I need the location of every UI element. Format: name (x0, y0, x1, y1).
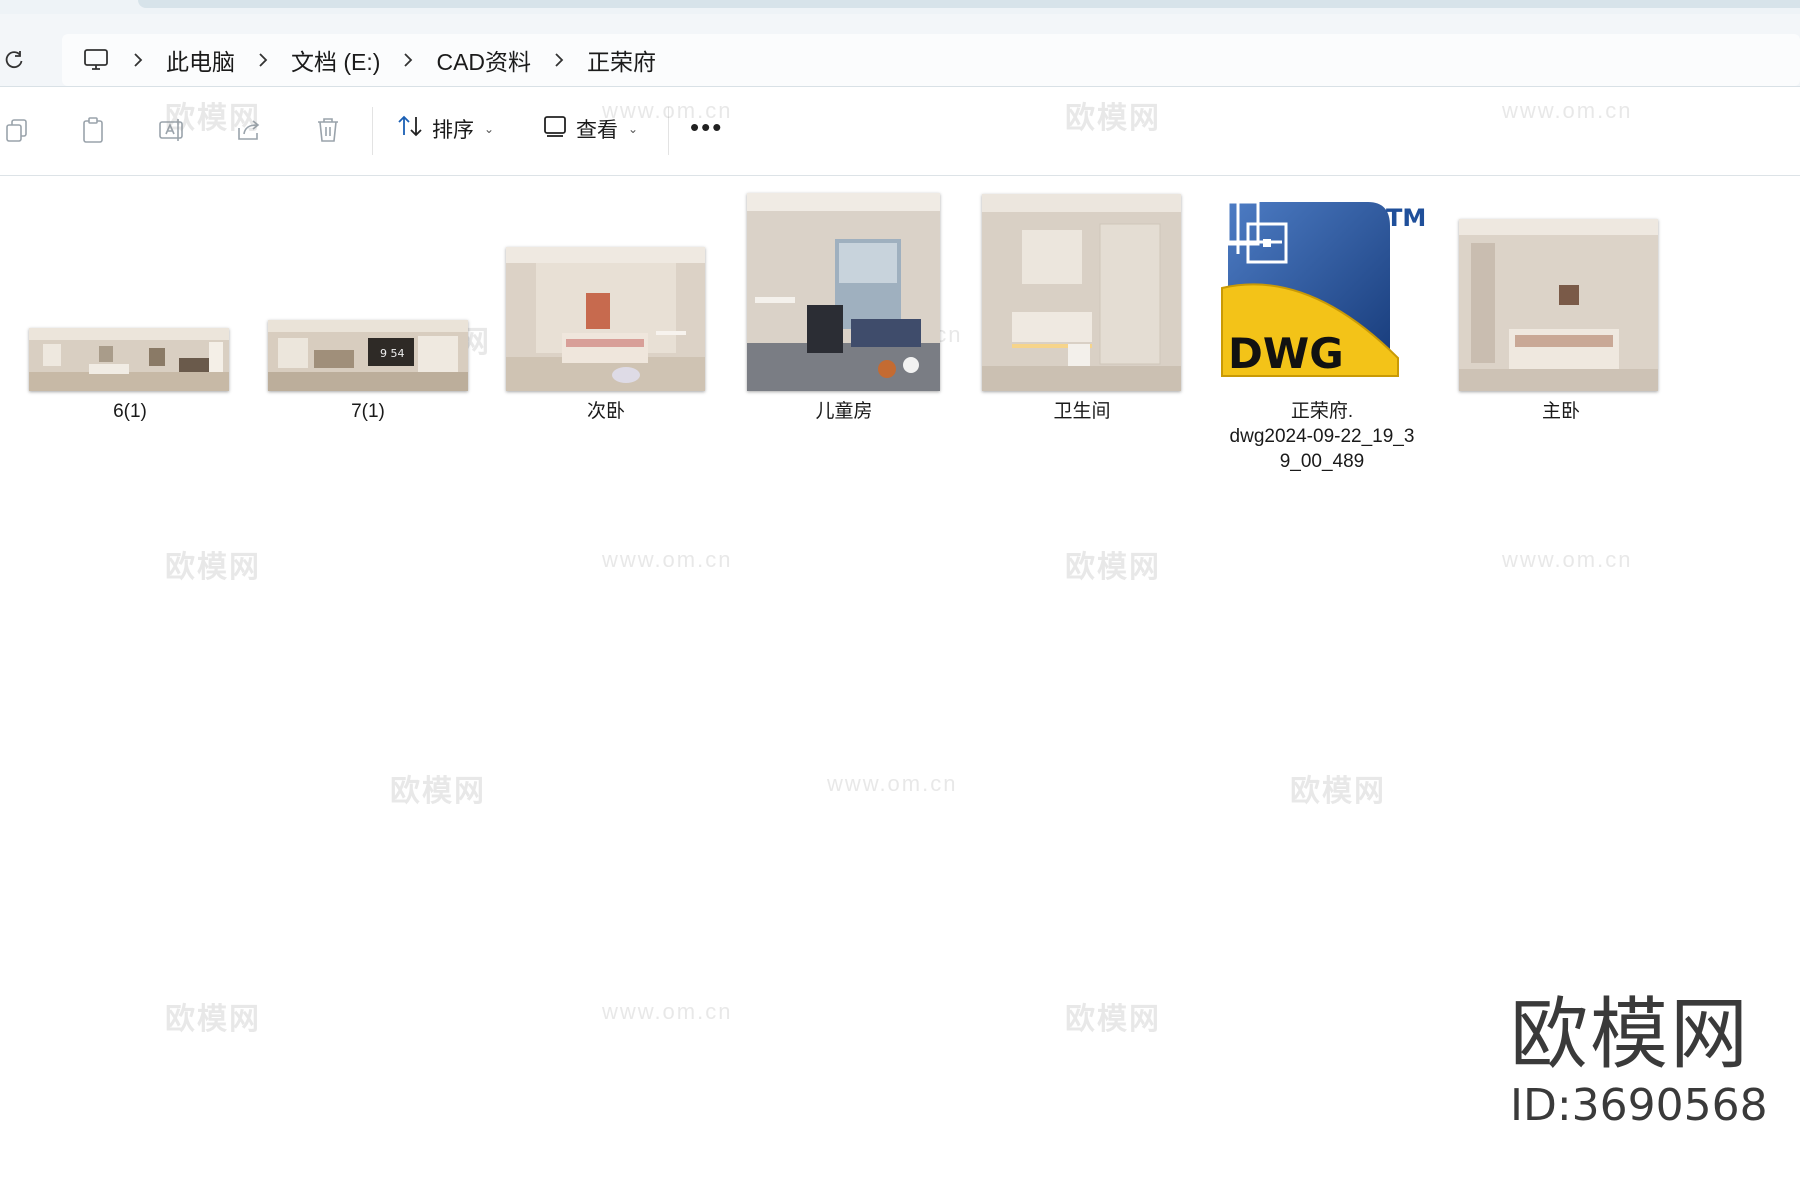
file-name: 正荣府. dwg2024-09-22_19_3 9_00_489 (1229, 401, 1415, 472)
brand-watermark: 欧模网 ID:3690568 (1510, 990, 1770, 1132)
view-icon (542, 114, 568, 144)
chevron-right-icon[interactable] (388, 52, 428, 68)
file-item-kids-room[interactable]: 儿童房 (734, 393, 954, 424)
file-item-second-bedroom[interactable]: 次卧 (496, 393, 716, 424)
address-bar: 此电脑 文档 (E:) CAD资料 正荣府 (0, 14, 1800, 87)
chevron-down-icon: ⌄ (628, 122, 639, 136)
dwg-icon-text: DWG (1228, 329, 1344, 378)
svg-text:9 54: 9 54 (380, 347, 405, 360)
file-item-6-1[interactable]: 6(1) (20, 393, 240, 424)
chevron-right-icon[interactable] (539, 52, 579, 68)
rename-icon[interactable] (155, 113, 189, 147)
file-name: 7(1) (351, 401, 385, 422)
thumbnail-dining-room[interactable]: 9 54 (268, 320, 468, 391)
file-item-dwg[interactable]: 正荣府. dwg2024-09-22_19_3 9_00_489 (1212, 393, 1432, 474)
view-button[interactable]: 查看 ⌄ (542, 109, 638, 149)
file-item-master-bedroom[interactable]: 主卧 (1451, 393, 1671, 424)
this-pc-icon[interactable] (74, 34, 118, 86)
copy-icon[interactable] (0, 113, 34, 147)
breadcrumb-item-this-pc[interactable]: 此电脑 (158, 43, 243, 77)
file-name: 儿童房 (815, 401, 873, 422)
view-label: 查看 (576, 119, 618, 142)
file-name: 次卧 (586, 401, 625, 422)
tab-edge (138, 0, 1800, 8)
command-bar: 排序 ⌄ 查看 ⌄ ••• (0, 87, 1800, 176)
sort-label: 排序 (432, 119, 474, 142)
sort-icon (396, 113, 424, 145)
breadcrumb-item-current[interactable]: 正荣府 (579, 43, 664, 77)
breadcrumb[interactable]: 此电脑 文档 (E:) CAD资料 正荣府 (62, 34, 1800, 86)
file-name: 主卧 (1541, 401, 1580, 422)
paste-icon[interactable] (76, 113, 110, 147)
delete-icon[interactable] (311, 113, 345, 147)
window-top-strip (0, 0, 1800, 14)
toolbar-divider (668, 107, 669, 155)
dwg-file-icon[interactable]: DWG TM (1218, 198, 1430, 398)
thumbnail-master-bedroom[interactable] (1459, 219, 1658, 391)
trademark-text: TM (1386, 204, 1426, 232)
thumbnail-second-bedroom[interactable] (506, 247, 705, 391)
brand-name: 欧模网 (1510, 990, 1751, 1080)
thumbnail-bathroom[interactable] (982, 194, 1181, 391)
brand-id: ID:3690568 (1510, 1080, 1768, 1131)
chevron-right-icon[interactable] (243, 52, 283, 68)
file-name: 6(1) (113, 401, 147, 422)
sort-button[interactable]: 排序 ⌄ (396, 109, 494, 149)
breadcrumb-item-drive-e[interactable]: 文档 (E:) (283, 43, 388, 77)
chevron-right-icon[interactable] (118, 52, 158, 68)
more-options-button[interactable]: ••• (690, 114, 723, 140)
thumbnail-living-room[interactable] (29, 328, 229, 391)
file-item-7-1[interactable]: 7(1) (258, 393, 478, 424)
chevron-down-icon: ⌄ (484, 122, 495, 136)
toolbar-divider (372, 107, 373, 155)
file-item-bathroom[interactable]: 卫生间 (972, 393, 1192, 424)
refresh-icon[interactable] (0, 46, 28, 74)
file-name: 卫生间 (1053, 401, 1111, 422)
breadcrumb-item-cad[interactable]: CAD资料 (428, 43, 539, 77)
share-icon[interactable] (232, 113, 266, 147)
thumbnail-kids-room[interactable] (747, 193, 940, 391)
